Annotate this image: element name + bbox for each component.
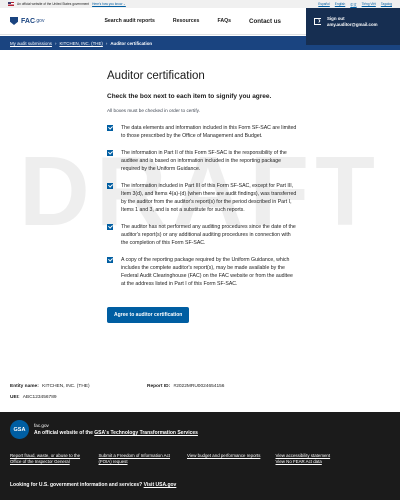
nav-resources[interactable]: Resources: [164, 18, 209, 24]
certification-item: The information in Part II of this Form …: [107, 149, 297, 173]
footer-usa-text: Looking for U.S. government information …: [10, 482, 143, 488]
sign-out-label: Sign out: [327, 16, 345, 21]
entity-name-label: Entity name:: [10, 384, 39, 389]
gov-banner-text: An official website of the United States…: [17, 2, 90, 6]
chevron-right-icon: ›: [54, 40, 57, 46]
certification-checkbox[interactable]: [107, 150, 113, 156]
certification-text: The auditor has not performed any auditi…: [121, 224, 296, 246]
footer-link-foia[interactable]: Submit a Freedom of Information Act (FOI…: [99, 453, 182, 465]
footer-link-report-fraud[interactable]: Report fraud, waste, or abuse to the Off…: [10, 453, 93, 465]
uei-label: UEI:: [10, 395, 20, 400]
chevron-right-icon: ›: [105, 40, 108, 46]
logo-suffix: .gov: [35, 18, 45, 24]
gsa-logo[interactable]: GSA: [10, 420, 29, 439]
certification-text: The information included in Part III of …: [121, 183, 297, 213]
report-id-value: #2022MRU0024654156: [173, 384, 225, 389]
entity-name-value: KITCHEN, INC. (THE): [42, 384, 90, 389]
instructions: Check the box next to each item to signi…: [107, 93, 272, 100]
language-link[interactable]: Tagalog: [381, 2, 392, 7]
gov-banner: An official website of the United States…: [0, 0, 400, 8]
sign-out-button[interactable]: Sign out amy.auditor@gmail.com: [306, 8, 400, 45]
usa-gov-link[interactable]: Visit USA.gov: [144, 482, 177, 488]
certification-text: The data elements and information includ…: [121, 125, 297, 139]
site-header: FAC .gov Search audit reports Resources F…: [0, 8, 400, 45]
us-flag-icon: [8, 2, 14, 6]
site-footer: GSA fac.gov An official website of the G…: [0, 412, 400, 500]
certification-text: A copy of the reporting package required…: [121, 257, 293, 287]
audit-info: Entity name: KITCHEN, INC. (THE) Report …: [10, 384, 390, 406]
nav-faqs[interactable]: FAQs: [208, 18, 240, 24]
breadcrumb-my-audit-submissions[interactable]: My audit submissions: [10, 41, 52, 46]
user-email: amy.auditor@gmail.com: [327, 22, 378, 27]
breadcrumb-current: Auditor certification: [110, 40, 153, 46]
nav-search-audit-reports[interactable]: Search audit reports: [95, 18, 163, 24]
uei-value: ABC123456789: [22, 395, 57, 400]
certification-checkbox[interactable]: [107, 224, 113, 230]
logo-text: FAC: [21, 17, 35, 25]
page-title: Auditor certification: [107, 70, 205, 82]
language-link[interactable]: Tiếng Việt: [362, 2, 376, 7]
language-link[interactable]: 中文: [350, 2, 356, 7]
language-link[interactable]: English: [335, 2, 345, 7]
how-you-know-link[interactable]: Here's how you know ⌄: [92, 2, 126, 6]
main-nav: Search audit reports Resources FAQs Cont…: [95, 8, 290, 34]
certification-item: A copy of the reporting package required…: [107, 256, 297, 288]
fac-logo[interactable]: FAC .gov: [10, 17, 44, 25]
report-id-label: Report ID:: [147, 384, 171, 389]
footer-official-prefix: An official website of the: [34, 430, 93, 436]
footer-links: Report fraud, waste, or abuse to the Off…: [0, 439, 400, 465]
language-links: Español English 中文 Tiếng Việt Tagalog: [318, 2, 392, 7]
tts-link[interactable]: GSA's Technology Transformation Services: [94, 430, 198, 436]
certification-checkbox[interactable]: [107, 183, 113, 189]
certification-text: The information in Part II of this Form …: [121, 150, 287, 172]
certification-item: The information included in Part III of …: [107, 182, 297, 214]
agree-button[interactable]: Agree to auditor certification: [107, 307, 190, 323]
certification-checkbox[interactable]: [107, 257, 113, 263]
nav-contact-us[interactable]: Contact us: [240, 18, 290, 25]
language-link[interactable]: Español: [318, 2, 330, 7]
footer-site-name: fac.gov: [34, 423, 49, 428]
fac-shield-icon: [10, 17, 18, 25]
required-note: All boxes must be checked in order to ce…: [107, 108, 200, 113]
certification-checkbox[interactable]: [107, 125, 113, 131]
certification-item: The auditor has not performed any auditi…: [107, 223, 297, 247]
certification-form: Auditor certification Check the box next…: [107, 70, 297, 323]
certification-item: The data elements and information includ…: [107, 124, 297, 140]
breadcrumb-entity[interactable]: KITCHEN, INC. (THE): [59, 41, 102, 46]
sign-out-icon: [314, 16, 321, 25]
footer-link-no-fear[interactable]: View No FEAR Act data: [276, 459, 359, 465]
footer-link-budget[interactable]: View budget and performance reports: [187, 453, 270, 459]
